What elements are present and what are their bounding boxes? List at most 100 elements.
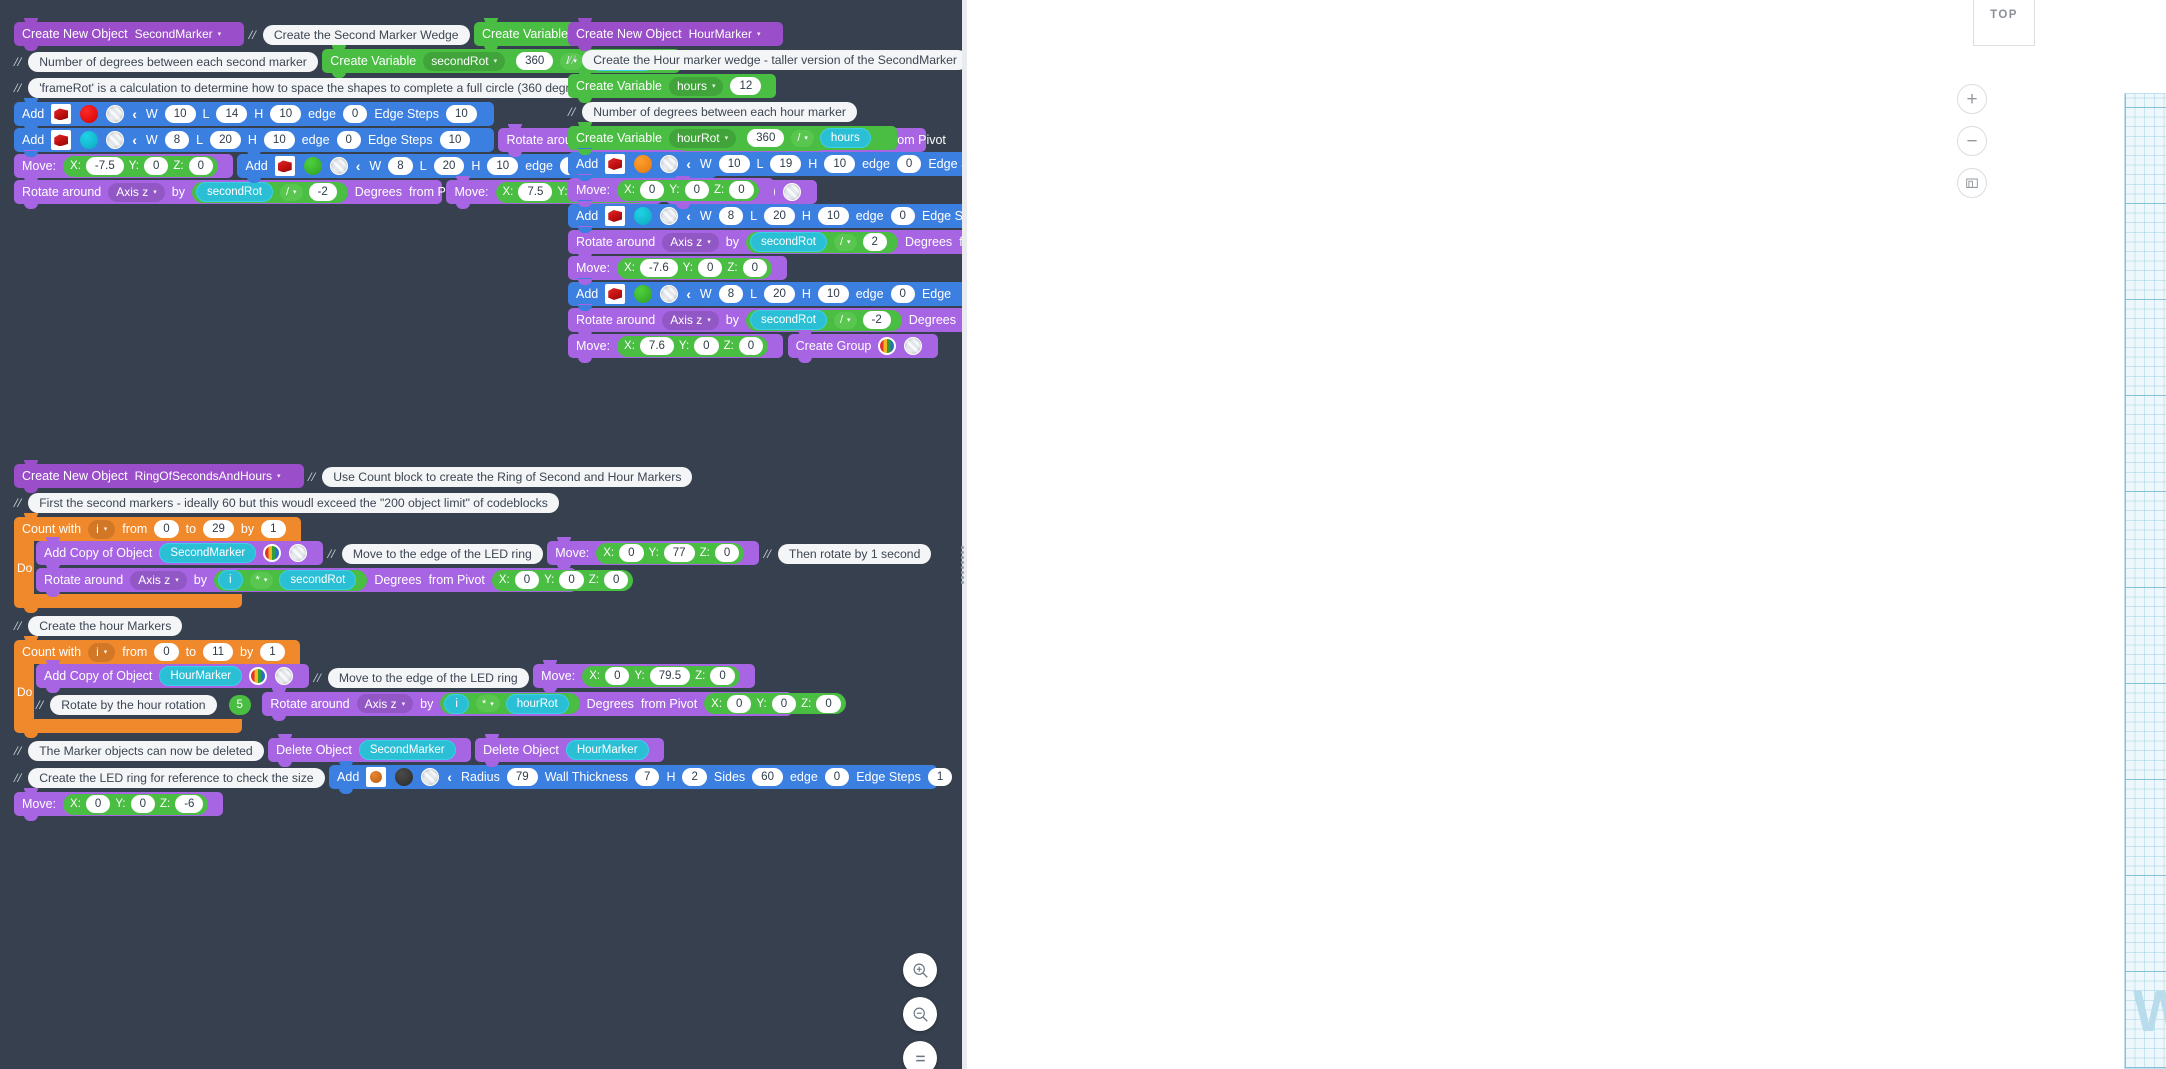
- variable-reference[interactable]: hourRot: [506, 694, 569, 714]
- loop-to-input[interactable]: 29: [203, 520, 234, 538]
- y-input[interactable]: 0: [144, 157, 168, 175]
- color-swatch-cyan-icon[interactable]: [634, 207, 652, 225]
- loop-by-input[interactable]: 1: [261, 520, 285, 538]
- add-shape-block[interactable]: Add ‹ W 8 L 20 H 10 edge 0 Edge Steps 10: [14, 128, 494, 152]
- z-input[interactable]: 0: [189, 157, 213, 175]
- loop-variable-dropdown[interactable]: i ▾: [88, 643, 115, 662]
- height-input[interactable]: 10: [487, 157, 518, 175]
- operator-dropdown[interactable]: / ▾: [280, 184, 303, 201]
- x-input[interactable]: -7.6: [640, 259, 678, 277]
- object-name-dropdown[interactable]: SecondMarker ▾: [135, 25, 230, 44]
- create-group-block[interactable]: Create Group: [788, 334, 939, 358]
- y-input[interactable]: 0: [694, 337, 718, 355]
- rotate-around-block[interactable]: Rotate around Axis z ▾ by i * ▾: [36, 568, 576, 592]
- color-swatch-cyan-icon[interactable]: [80, 131, 98, 149]
- variable-name-dropdown[interactable]: hourRot ▾: [669, 129, 736, 148]
- object-reference[interactable]: SecondMarker: [159, 543, 256, 563]
- height-input[interactable]: 10: [270, 105, 301, 123]
- box-shape-icon[interactable]: [605, 154, 625, 174]
- length-input[interactable]: 20: [764, 207, 795, 225]
- z-input[interactable]: 0: [715, 544, 739, 562]
- chevron-left-icon[interactable]: ‹: [132, 106, 137, 122]
- pivot-x-input[interactable]: 0: [515, 571, 539, 589]
- loop-variable-reference[interactable]: i: [444, 694, 469, 714]
- pivot-z-input[interactable]: 0: [604, 571, 628, 589]
- pivot-y-input[interactable]: 0: [559, 571, 583, 589]
- y-input[interactable]: 0: [685, 181, 709, 199]
- chevron-left-icon[interactable]: ‹: [686, 286, 691, 302]
- pivot-z-input[interactable]: 0: [816, 695, 840, 713]
- operator-dropdown[interactable]: / ▾: [834, 312, 857, 329]
- edge-steps-input[interactable]: 10: [440, 131, 471, 149]
- length-input[interactable]: 20: [434, 157, 465, 175]
- axis-dropdown[interactable]: Axis z ▾: [130, 571, 187, 590]
- create-variable-block[interactable]: Create Variable hours ▾ 12: [568, 74, 776, 98]
- length-input[interactable]: 19: [770, 155, 801, 173]
- codeblocks-panel[interactable]: Create New Object SecondMarker ▾ // Crea…: [0, 0, 962, 1069]
- box-shape-icon[interactable]: [51, 130, 71, 150]
- operand-input[interactable]: -2: [863, 311, 891, 329]
- x-input[interactable]: 0: [86, 795, 110, 813]
- inline-value-pill[interactable]: 5: [229, 695, 251, 715]
- numerator-input[interactable]: 360: [516, 52, 553, 70]
- chevron-left-icon[interactable]: ‹: [132, 132, 137, 148]
- transparency-swatch-icon[interactable]: [660, 285, 678, 303]
- box-shape-icon[interactable]: [605, 284, 625, 304]
- move-block[interactable]: Move: X: 0 Y: 0 Z: -6: [14, 792, 223, 816]
- edge-input[interactable]: 0: [343, 105, 367, 123]
- add-copy-of-object-block[interactable]: Add Copy of Object HourMarker: [36, 664, 309, 688]
- chevron-left-icon[interactable]: ‹: [356, 158, 361, 174]
- color-swatch-green-icon[interactable]: [634, 285, 652, 303]
- sides-input[interactable]: 60: [752, 768, 783, 786]
- edge-steps-input[interactable]: 1: [928, 768, 952, 786]
- variable-reference[interactable]: secondRot: [279, 570, 356, 590]
- variable-reference[interactable]: hours: [820, 128, 871, 148]
- chevron-left-icon[interactable]: ‹: [686, 208, 691, 224]
- transparency-swatch-icon[interactable]: [330, 157, 348, 175]
- operator-dropdown[interactable]: / ▾: [791, 130, 814, 147]
- viewport-fit-view-button[interactable]: [1957, 168, 1987, 198]
- add-shape-block[interactable]: Add ‹ W 8 L 20 H 10 edge 0 Edge S: [568, 204, 962, 228]
- add-copy-of-object-block[interactable]: Add Copy of Object SecondMarker: [36, 541, 323, 565]
- variable-reference[interactable]: secondRot: [196, 182, 273, 202]
- rainbow-color-icon[interactable]: [263, 544, 281, 562]
- object-name-dropdown[interactable]: HourMarker ▾: [689, 25, 769, 44]
- comment-text[interactable]: 'frameRot' is a calculation to determine…: [28, 78, 604, 98]
- comment-text[interactable]: The Marker objects can now be deleted: [28, 741, 263, 761]
- axis-dropdown[interactable]: Axis z ▾: [662, 311, 719, 330]
- operator-dropdown[interactable]: * ▾: [476, 695, 500, 712]
- rainbow-color-icon[interactable]: [878, 337, 896, 355]
- width-input[interactable]: 10: [165, 105, 196, 123]
- width-input[interactable]: 10: [719, 155, 750, 173]
- length-input[interactable]: 20: [210, 131, 241, 149]
- numerator-input[interactable]: 360: [747, 129, 784, 147]
- z-input[interactable]: 0: [743, 259, 767, 277]
- create-new-object-block[interactable]: Create New Object HourMarker ▾: [568, 22, 783, 46]
- x-input[interactable]: 0: [640, 181, 664, 199]
- comment-text[interactable]: Then rotate by 1 second: [778, 544, 931, 564]
- edge-input[interactable]: 0: [891, 207, 915, 225]
- loop-by-input[interactable]: 1: [260, 643, 284, 661]
- transparency-swatch-icon[interactable]: [275, 667, 293, 685]
- move-block[interactable]: Move: X: 0 Y: 0 Z: 0: [568, 178, 774, 202]
- comment-text[interactable]: Move to the edge of the LED ring: [342, 544, 543, 564]
- create-new-object-block[interactable]: Create New Object SecondMarker ▾: [14, 22, 244, 46]
- panel-zoom-out-button[interactable]: [903, 997, 937, 1031]
- box-shape-icon[interactable]: [51, 104, 71, 124]
- transparency-swatch-icon[interactable]: [106, 105, 124, 123]
- comment-text[interactable]: Move to the edge of the LED ring: [328, 668, 529, 688]
- edge-input[interactable]: 0: [891, 285, 915, 303]
- loop-from-input[interactable]: 0: [154, 520, 178, 538]
- rainbow-color-icon[interactable]: [249, 667, 267, 685]
- create-variable-block[interactable]: Create Variable hourRot ▾ 360 / ▾ hours: [568, 126, 897, 150]
- rotate-around-block[interactable]: Rotate around Axis z ▾ by secondRot / ▾ …: [14, 180, 442, 204]
- height-input[interactable]: 10: [818, 207, 849, 225]
- color-swatch-dark-icon[interactable]: [395, 768, 413, 786]
- transparency-swatch-icon[interactable]: [904, 337, 922, 355]
- width-input[interactable]: 8: [165, 131, 189, 149]
- transparency-swatch-icon[interactable]: [289, 544, 307, 562]
- axis-dropdown[interactable]: Axis z ▾: [357, 694, 414, 713]
- viewport-zoom-in-button[interactable]: +: [1957, 84, 1987, 114]
- view-cube[interactable]: TOP: [1973, 0, 2035, 46]
- rotate-around-block[interactable]: Rotate around Axis z ▾ by secondRot / ▾ …: [568, 230, 962, 254]
